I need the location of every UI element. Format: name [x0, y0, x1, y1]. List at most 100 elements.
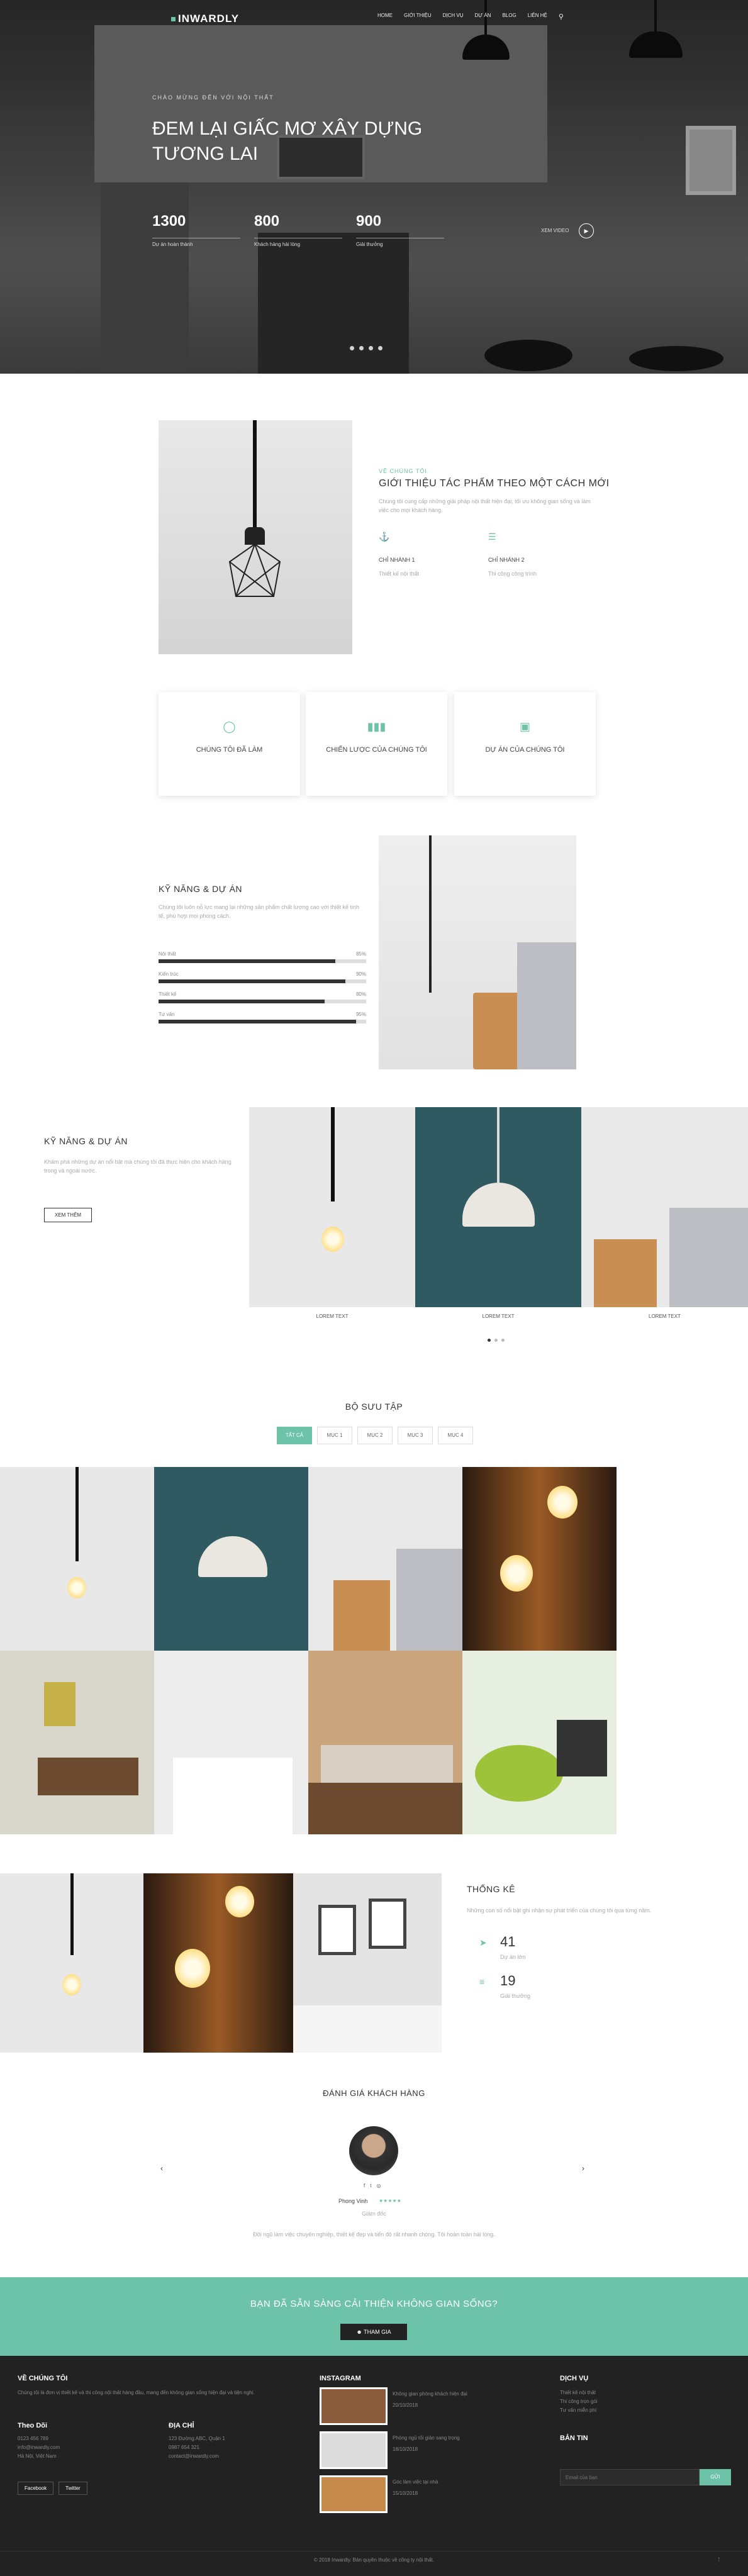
carousel-dot[interactable] [488, 1339, 491, 1342]
slider-dot[interactable] [350, 346, 354, 350]
join-button[interactable]: ☻ THAM GIA [340, 2324, 407, 2340]
stats-title: THỐNG KÊ [467, 1884, 516, 1894]
lamp-cord [497, 1107, 500, 1183]
feature-text: Thi công công trình [488, 571, 537, 577]
nav-item-contact[interactable]: LIÊN HỆ [528, 13, 547, 21]
search-icon[interactable]: ⚲ [559, 13, 564, 21]
nav-item-about[interactable]: GIỚI THIỆU [404, 13, 432, 21]
gallery-item[interactable] [462, 1651, 617, 1834]
carousel-dot[interactable] [494, 1339, 498, 1342]
view-more-button[interactable]: XEM THÊM [44, 1208, 92, 1222]
chart-icon: ▮▮▮ [367, 720, 386, 733]
instagram-thumb[interactable] [320, 2431, 388, 2469]
stats-image [0, 1873, 143, 2053]
instagram-post-title[interactable]: Phòng ngủ tối giản sang trọng [393, 2434, 518, 2443]
avatar [349, 2126, 398, 2175]
skill-bar: Tư vấn 95% [159, 1012, 366, 1023]
bulb-icon [500, 1555, 533, 1592]
next-arrow-icon[interactable]: › [582, 2164, 584, 2173]
cta-text: BẠN ĐÃ SẴN SÀNG CẢI THIỆN KHÔNG GIAN SỐN… [250, 2299, 498, 2309]
tab-category-3[interactable]: MỤC 3 [398, 1427, 433, 1444]
service-link[interactable]: Thi công trọn gói [560, 2397, 598, 2406]
hero-overlay [0, 0, 748, 374]
skill-value: 90% [355, 971, 366, 977]
nav-item-blog[interactable]: BLOG [502, 13, 516, 21]
instagram-post-title[interactable]: Góc làm việc tại nhà [393, 2478, 518, 2487]
about-image [159, 420, 352, 654]
tab-category-4[interactable]: MỤC 4 [438, 1427, 473, 1444]
instagram-thumb[interactable] [320, 2475, 388, 2513]
facebook-icon[interactable]: f [364, 2183, 370, 2188]
card-label: CHIẾN LƯỢC CỦA CHÚNG TÔI [326, 746, 427, 754]
testimonial-quote: Đội ngũ làm việc chuyên nghiệp, thiết kế… [253, 2231, 495, 2238]
geometric-lamp-icon [228, 543, 281, 597]
slider-dot[interactable] [378, 346, 382, 350]
testimonial-title: ĐÁNH GIÁ KHÁCH HÀNG [323, 2088, 425, 2098]
join-button-label: THAM GIA [364, 2329, 391, 2335]
skills-title: KỸ NĂNG & DỰ ÁN [159, 884, 243, 894]
service-link[interactable]: Tư vấn miễn phí [560, 2406, 598, 2415]
about-text: Chúng tôi cung cấp những giải pháp nội t… [379, 498, 591, 513]
project-image[interactable] [415, 1107, 581, 1307]
service-card[interactable]: ▮▮▮ CHIẾN LƯỢC CỦA CHÚNG TÔI [306, 692, 447, 796]
stats-text: Những con số nổi bật ghi nhận sự phát tr… [467, 1907, 652, 1914]
bulb-icon [547, 1486, 578, 1519]
gallery-item[interactable] [154, 1467, 308, 1651]
bulb-icon [62, 1974, 81, 1995]
hero-stat-label: Khách hàng hài lòng [254, 242, 300, 247]
gallery-item[interactable] [0, 1651, 154, 1834]
gallery-item[interactable] [154, 1651, 308, 1834]
stat-number: 41 [500, 1934, 516, 1949]
slider-dot[interactable] [359, 346, 364, 350]
newsletter-email-input[interactable] [560, 2469, 700, 2485]
service-card[interactable]: ◯ CHÚNG TÔI ĐÃ LÀM [159, 692, 300, 796]
twitter-button[interactable]: Twitter [59, 2482, 87, 2495]
skills-text: Chúng tôi luôn nỗ lực mang lại những sản… [159, 904, 360, 919]
newsletter-submit-button[interactable]: GỬI [700, 2469, 731, 2485]
brand-logo[interactable]: INWARDLY [171, 13, 239, 25]
play-button[interactable]: ▶ [579, 223, 594, 238]
slider-dot[interactable] [369, 346, 373, 350]
services-list: Thiết kế nội thất Thi công trọn gói Tư v… [560, 2389, 598, 2415]
picture-frame [318, 1905, 356, 1955]
bulb-icon [67, 1577, 86, 1598]
service-card[interactable]: ▣ DỰ ÁN CỦA CHÚNG TÔI [454, 692, 596, 796]
email-text: contact@inwardly.com [169, 2453, 219, 2459]
skill-value: 80% [355, 991, 366, 997]
instagram-icon[interactable]: ◎ [376, 2183, 386, 2188]
bulb-icon [321, 1227, 344, 1252]
twitter-icon[interactable]: t [370, 2183, 376, 2188]
side-table [333, 1580, 390, 1651]
gallery-item[interactable] [308, 1467, 462, 1651]
gallery-item[interactable] [308, 1651, 462, 1834]
prev-arrow-icon[interactable]: ‹ [160, 2164, 163, 2173]
nav-item-services[interactable]: DỊCH VỤ [443, 13, 464, 21]
sofa [517, 942, 576, 1069]
tab-category-2[interactable]: MỤC 2 [357, 1427, 393, 1444]
tab-all[interactable]: TẤT CẢ [277, 1427, 312, 1444]
nav-item-home[interactable]: HOME [377, 13, 393, 21]
facebook-button[interactable]: Facebook [18, 2482, 54, 2495]
carousel-dot[interactable] [501, 1339, 505, 1342]
nav-item-projects[interactable]: DỰ ÁN [475, 13, 491, 21]
footer-about-text: Chúng tôi là đơn vị thiết kế và thi công… [18, 2390, 255, 2395]
hero-slider-dots [350, 346, 382, 350]
tab-category-1[interactable]: MỤC 1 [317, 1427, 352, 1444]
feature-text: Thiết kế nội thất [379, 571, 420, 577]
project-image[interactable] [581, 1107, 748, 1307]
project-image[interactable] [249, 1107, 415, 1307]
project-caption: LOREM TEXT [482, 1313, 515, 1319]
instagram-thumb[interactable] [320, 2387, 388, 2425]
skill-value: 95% [355, 1012, 366, 1017]
project-caption: LOREM TEXT [316, 1313, 349, 1319]
floor [308, 1783, 462, 1834]
back-to-top-icon[interactable]: ↑ [717, 2555, 721, 2563]
gallery-item[interactable] [462, 1467, 617, 1651]
logo-mark-icon [171, 17, 176, 22]
main-nav: HOME GIỚI THIỆU DỊCH VỤ DỰ ÁN BLOG LIÊN … [377, 13, 564, 21]
instagram-post-title[interactable]: Không gian phòng khách hiện đại [393, 2390, 518, 2399]
newsletter-title: BẢN TIN [560, 2434, 588, 2442]
gallery-item[interactable] [0, 1467, 154, 1651]
lamp-cord [331, 1107, 335, 1202]
service-link[interactable]: Thiết kế nội thất [560, 2389, 598, 2397]
